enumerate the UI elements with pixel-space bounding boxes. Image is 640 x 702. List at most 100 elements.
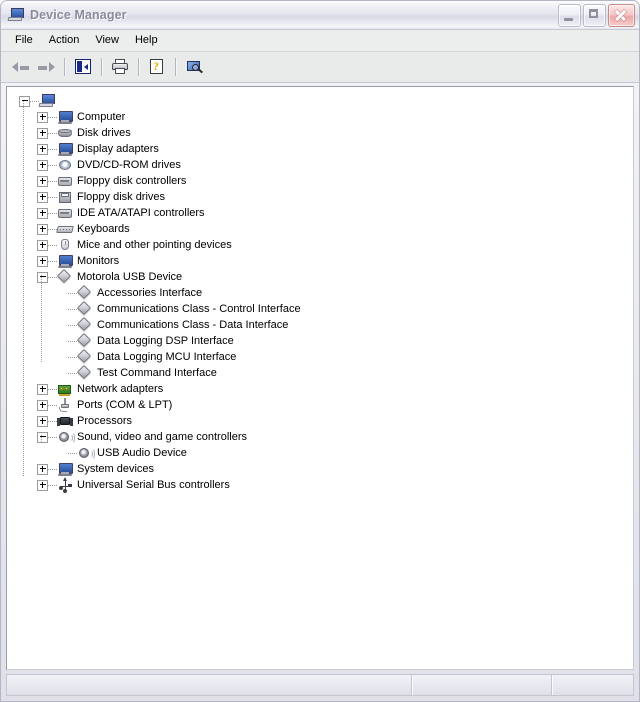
tree-item-label: Display adapters bbox=[77, 143, 159, 155]
tree-item-label: Communications Class - Control Interface bbox=[97, 303, 301, 315]
show-hide-console-tree-button[interactable] bbox=[70, 55, 96, 79]
menu-file[interactable]: File bbox=[7, 32, 41, 49]
tree-item[interactable]: Keyboards bbox=[7, 221, 633, 237]
print-button[interactable] bbox=[107, 55, 133, 79]
title-bar[interactable]: Device Manager bbox=[1, 1, 639, 30]
diamond-icon bbox=[76, 364, 93, 381]
diamond-icon bbox=[76, 348, 93, 365]
expand-icon[interactable] bbox=[37, 239, 48, 251]
tree-item[interactable]: USB Audio Device bbox=[7, 445, 633, 461]
tree-item-label: Test Command Interface bbox=[97, 367, 217, 379]
tree-connector-line bbox=[48, 116, 57, 118]
port-icon bbox=[57, 397, 73, 413]
collapse-icon[interactable] bbox=[37, 271, 48, 283]
window-computer-icon bbox=[7, 7, 26, 23]
tree-item[interactable]: Data Logging MCU Interface bbox=[7, 348, 633, 365]
tree-item[interactable]: Motorola USB Device bbox=[7, 268, 633, 285]
tree-item[interactable]: Communications Class - Data Interface bbox=[7, 316, 633, 333]
expand-icon[interactable] bbox=[37, 175, 48, 187]
diamond-icon bbox=[76, 332, 93, 349]
tree-connector-line bbox=[48, 388, 57, 390]
expand-icon[interactable] bbox=[37, 127, 48, 139]
scan-hardware-changes-button[interactable] bbox=[181, 55, 207, 79]
tree-item[interactable]: Universal Serial Bus controllers bbox=[7, 477, 633, 494]
forward-button[interactable] bbox=[33, 55, 59, 79]
tree-connector-line bbox=[48, 436, 57, 438]
expand-icon[interactable] bbox=[37, 383, 48, 395]
menu-view[interactable]: View bbox=[87, 32, 127, 49]
expand-icon[interactable] bbox=[37, 191, 48, 203]
tree-item[interactable]: Disk drives bbox=[7, 125, 633, 141]
collapse-icon[interactable] bbox=[19, 95, 30, 107]
tree-item-label: DVD/CD-ROM drives bbox=[77, 159, 181, 171]
sound-icon bbox=[77, 445, 95, 461]
menu-action[interactable]: Action bbox=[41, 32, 88, 49]
tree-connector-line bbox=[48, 404, 57, 406]
tree-leaf-spacer bbox=[59, 305, 68, 314]
tree-item[interactable]: System devices bbox=[7, 461, 633, 477]
menu-help[interactable]: Help bbox=[127, 32, 166, 49]
tree-item[interactable]: Network adapters bbox=[7, 381, 633, 397]
status-pane-tertiary bbox=[551, 675, 633, 695]
tree-item-label: Universal Serial Bus controllers bbox=[77, 479, 230, 491]
tree-item[interactable]: Floppy disk drives bbox=[7, 189, 633, 205]
tree-item-label: Sound, video and game controllers bbox=[77, 431, 247, 443]
tree-item[interactable]: DVD/CD-ROM drives bbox=[7, 157, 633, 173]
tree-item[interactable]: Communications Class - Control Interface bbox=[7, 300, 633, 317]
tree-item-label: Floppy disk drives bbox=[77, 191, 166, 203]
expand-icon[interactable] bbox=[37, 143, 48, 155]
expand-icon[interactable] bbox=[37, 479, 48, 491]
tree-item[interactable]: Test Command Interface bbox=[7, 364, 633, 381]
keyboard-icon bbox=[56, 221, 74, 237]
tree-item[interactable]: Display adapters bbox=[7, 141, 633, 157]
tree-item[interactable]: Floppy disk controllers bbox=[7, 173, 633, 189]
tree-item[interactable]: Accessories Interface bbox=[7, 284, 633, 301]
expand-icon[interactable] bbox=[37, 159, 48, 171]
tree-item[interactable]: Sound, video and game controllers bbox=[7, 429, 633, 445]
expand-icon[interactable] bbox=[37, 207, 48, 219]
tree-item[interactable]: Processors bbox=[7, 413, 633, 429]
tree-connector-line bbox=[68, 292, 77, 294]
expand-icon[interactable] bbox=[37, 255, 48, 267]
expand-icon[interactable] bbox=[37, 463, 48, 475]
expand-icon[interactable] bbox=[37, 111, 48, 123]
right-arrow-icon bbox=[37, 61, 55, 73]
tree-item[interactable]: Mice and other pointing devices bbox=[7, 237, 633, 253]
properties-button[interactable]: ? bbox=[144, 55, 170, 79]
tree-item[interactable]: Monitors bbox=[7, 253, 633, 269]
tree-item[interactable]: Ports (COM & LPT) bbox=[7, 397, 633, 413]
tree-connector-line bbox=[68, 356, 77, 358]
device-tree-pane[interactable]: Computer Disk drives Display adapters DVD/C… bbox=[6, 86, 634, 670]
expand-icon[interactable] bbox=[37, 415, 48, 427]
toolbar-separator-3 bbox=[138, 58, 139, 76]
back-button[interactable] bbox=[7, 55, 33, 79]
close-button[interactable] bbox=[608, 4, 635, 27]
device-tree[interactable]: Computer Disk drives Display adapters DVD/C… bbox=[7, 87, 633, 669]
tree-connector-line bbox=[48, 244, 57, 246]
collapse-icon[interactable] bbox=[37, 431, 48, 443]
toolbar-separator-2 bbox=[101, 58, 102, 76]
device-manager-window: Device Manager File Action View Help ? C… bbox=[0, 0, 640, 702]
tree-item-label: Monitors bbox=[77, 255, 120, 267]
minimize-button[interactable] bbox=[558, 4, 581, 27]
maximize-button[interactable] bbox=[583, 4, 606, 27]
mouse-icon bbox=[57, 237, 73, 253]
tree-leaf-spacer bbox=[59, 321, 68, 330]
expand-icon[interactable] bbox=[37, 399, 48, 411]
expand-icon[interactable] bbox=[37, 223, 48, 235]
computer-icon bbox=[57, 253, 73, 269]
tree-item-label: Accessories Interface bbox=[97, 287, 203, 299]
tree-item[interactable]: Data Logging DSP Interface bbox=[7, 332, 633, 349]
tree-item[interactable]: Computer bbox=[7, 109, 633, 125]
computer-icon bbox=[57, 461, 73, 477]
tree-root-node[interactable] bbox=[7, 93, 633, 109]
tree-item[interactable]: IDE ATA/ATAPI controllers bbox=[7, 205, 633, 221]
